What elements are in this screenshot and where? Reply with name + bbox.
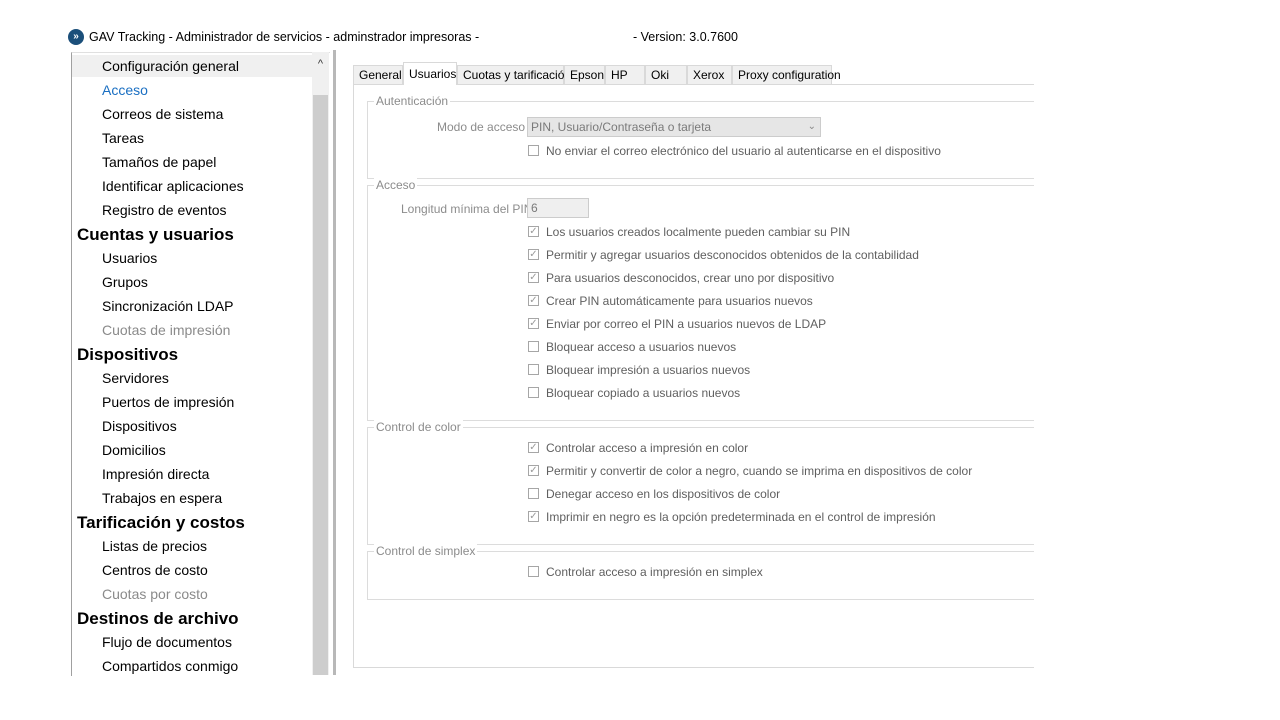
sidebar-item[interactable]: Usuarios (102, 247, 157, 269)
tab-general[interactable]: General (353, 65, 403, 84)
sidebar-item[interactable]: Puertos de impresión (102, 391, 234, 413)
checkbox-unchecked[interactable] (528, 488, 539, 499)
sidebar-item[interactable]: Servidores (102, 367, 169, 389)
checkbox-label: Controlar acceso a impresión en color (546, 441, 749, 455)
tab-usuarios[interactable]: Usuarios (403, 62, 457, 85)
sidebar-group-heading: Destinos de archivo (77, 609, 239, 628)
checkbox-label: Permitir y convertir de color a negro, c… (546, 464, 973, 478)
modo-acceso-select[interactable]: PIN, Usuario/Contraseña o tarjeta ⌄ (527, 117, 821, 137)
sidebar-item[interactable]: Domicilios (102, 439, 166, 461)
checkbox-label: Bloquear copiado a usuarios nuevos (546, 386, 741, 400)
sidebar-item[interactable]: Tamaños de papel (102, 151, 216, 173)
sidebar-item[interactable]: Acceso (102, 79, 148, 101)
sidebar-nav: Configuración general Acceso Correos de si… (71, 52, 330, 676)
checkbox-checked[interactable]: ✓ (528, 465, 539, 476)
checkbox-unchecked[interactable] (528, 341, 539, 352)
sidebar-item[interactable]: Centros de costo (102, 559, 208, 581)
sidebar-item: Cuotas de impresión (102, 322, 231, 338)
checkbox-checked[interactable]: ✓ (528, 226, 539, 237)
sidebar-item[interactable]: Flujo de documentos (102, 631, 232, 653)
modo-acceso-label: Modo de acceso (437, 120, 526, 134)
checkbox-checked[interactable]: ✓ (528, 318, 539, 329)
window-title: GAV Tracking - Administrador de servicio… (89, 30, 480, 44)
sidebar-item[interactable]: Correos de sistema (102, 103, 223, 125)
checkbox-unchecked[interactable] (528, 364, 539, 375)
pin-length-input[interactable]: 6 (527, 198, 589, 218)
sidebar-item[interactable]: Impresión directa (102, 463, 209, 485)
acceso-title: Acceso (374, 178, 418, 192)
checkbox-label: Denegar acceso en los dispositivos de co… (546, 487, 781, 501)
checkbox-label: Imprimir en negro es la opción predeterm… (546, 510, 936, 524)
tab-hp[interactable]: HP (605, 65, 645, 84)
sidebar-item: Cuotas por costo (102, 586, 208, 602)
sidebar-item[interactable]: Registro de eventos (102, 199, 227, 221)
checkbox-checked[interactable]: ✓ (528, 511, 539, 522)
checkbox-label: Bloquear acceso a usuarios nuevos (546, 340, 737, 354)
checkbox-checked[interactable]: ✓ (528, 272, 539, 283)
scrollbar-thumb[interactable] (313, 95, 328, 675)
checkbox-unchecked[interactable] (528, 566, 539, 577)
autenticacion-group: Autenticación (367, 94, 1034, 179)
sidebar-item[interactable]: Identificar aplicaciones (102, 175, 244, 197)
checkbox-unchecked[interactable] (528, 387, 539, 398)
chevron-down-icon: ⌄ (807, 121, 816, 132)
sidebar-item[interactable]: Trabajos en espera (102, 487, 222, 509)
sidebar-item[interactable]: Tareas (102, 127, 144, 149)
tab-cuotas[interactable]: Cuotas y tarificación (457, 65, 571, 84)
sidebar-item[interactable]: Dispositivos (102, 415, 177, 437)
checkbox-checked[interactable]: ✓ (528, 442, 539, 453)
checkbox-label: Enviar por correo el PIN a usuarios nuev… (546, 317, 827, 331)
modo-acceso-value: PIN, Usuario/Contraseña o tarjeta (531, 120, 712, 134)
sidebar-item[interactable]: Sincronización LDAP (102, 295, 234, 317)
panel-splitter[interactable] (333, 50, 336, 675)
sidebar-item[interactable]: Configuración general (72, 55, 312, 77)
version-label: - Version: 3.0.7600 (633, 30, 738, 44)
tab-xerox[interactable]: Xerox (687, 65, 732, 84)
sidebar-group-heading: Cuentas y usuarios (77, 225, 234, 244)
pin-length-label: Longitud mínima del PIN (401, 202, 533, 216)
sidebar-item[interactable]: Grupos (102, 271, 148, 293)
sidebar-item[interactable]: Compartidos conmigo (102, 655, 238, 676)
checkbox-label: Para usuarios desconocidos, crear uno po… (546, 271, 835, 285)
sidebar-item[interactable]: Listas de precios (102, 535, 207, 557)
scroll-up-button[interactable]: ^ (312, 52, 329, 76)
checkbox-label: No enviar el correo electrónico del usua… (546, 144, 941, 158)
tab-epson[interactable]: Epson (564, 65, 605, 84)
autenticacion-title: Autenticación (374, 94, 451, 108)
checkbox-unchecked[interactable] (528, 145, 539, 156)
control-color-title: Control de color (374, 420, 463, 434)
checkbox-label: Controlar acceso a impresión en simplex (546, 565, 763, 579)
sidebar-group-heading: Dispositivos (77, 345, 179, 364)
checkbox-checked[interactable]: ✓ (528, 295, 539, 306)
tab-proxy[interactable]: Proxy configuration (732, 65, 841, 84)
tab-oki[interactable]: Oki (645, 65, 687, 84)
checkbox-label: Crear PIN automáticamente para usuarios … (546, 294, 813, 308)
checkbox-label: Permitir y agregar usuarios desconocidos… (546, 248, 919, 262)
checkbox-label: Los usuarios creados localmente pueden c… (546, 225, 851, 239)
app-logo-icon: » (68, 29, 84, 45)
control-simplex-title: Control de simplex (374, 544, 478, 558)
checkbox-label: Bloquear impresión a usuarios nuevos (546, 363, 751, 377)
sidebar-group-heading: Tarificación y costos (77, 513, 245, 532)
checkbox-checked[interactable]: ✓ (528, 249, 539, 260)
